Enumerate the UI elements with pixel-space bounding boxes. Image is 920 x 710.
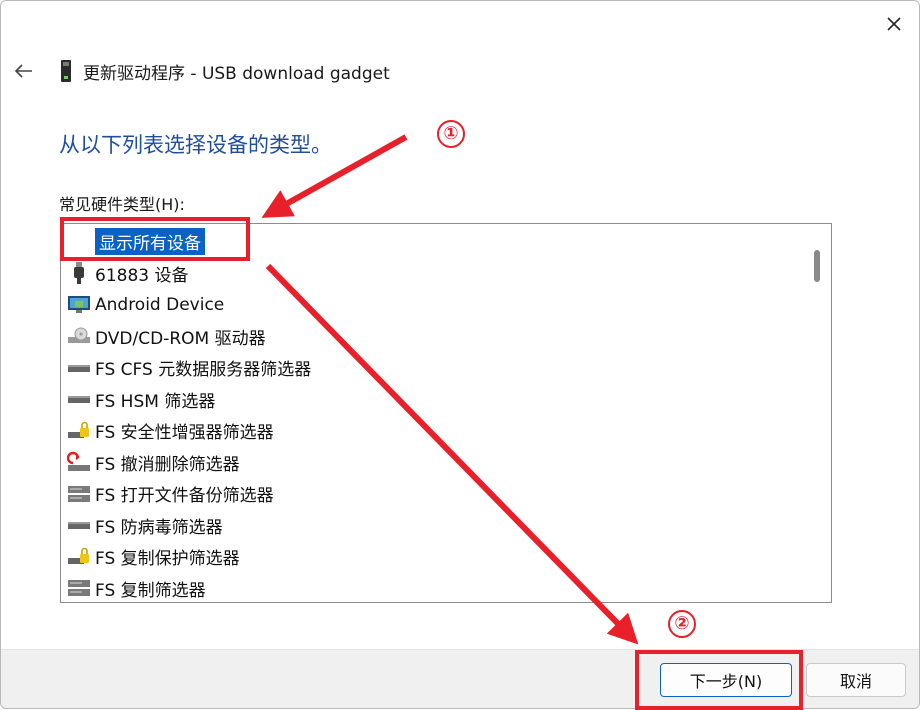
- annotation-step-1: ①: [437, 120, 465, 148]
- list-item[interactable]: FS 撤消删除筛选器: [61, 447, 803, 479]
- list-item[interactable]: DVD/CD-ROM 驱动器: [61, 321, 803, 353]
- drive-icon: [67, 356, 91, 380]
- drive-icon: [67, 387, 91, 411]
- list-item[interactable]: FS 复制保护筛选器: [61, 541, 803, 573]
- usb-device-icon: [61, 60, 71, 82]
- next-button[interactable]: 下一步(N): [660, 663, 792, 697]
- hardware-type-label: 常见硬件类型(H):: [59, 195, 185, 214]
- list-item-label: 61883 设备: [95, 265, 189, 286]
- close-icon: [887, 17, 901, 31]
- list-item[interactable]: 显示所有设备: [61, 226, 803, 258]
- server-icon: [67, 482, 91, 506]
- list-item-label: 显示所有设备: [95, 228, 205, 256]
- list-item[interactable]: Android Device: [61, 289, 803, 321]
- drive-icon: [67, 513, 91, 537]
- scrollbar-thumb[interactable]: [814, 250, 820, 282]
- dialog-footer: 下一步(N) 取消: [1, 649, 919, 708]
- cancel-button[interactable]: 取消: [806, 663, 906, 697]
- list-item[interactable]: 61883 设备: [61, 258, 803, 290]
- list-item[interactable]: FS HSM 筛选器: [61, 384, 803, 416]
- list-item-label: FS 打开文件备份筛选器: [95, 486, 274, 507]
- list-item[interactable]: FS 复制筛选器: [61, 573, 803, 603]
- hardware-type-list: 显示所有设备 61883 设备 Android Device DVD/CD-ROM 驱…: [61, 226, 803, 603]
- server-icon: [67, 576, 91, 600]
- list-item-label: FS HSM 筛选器: [95, 391, 216, 412]
- list-item[interactable]: FS 打开文件备份筛选器: [61, 478, 803, 510]
- list-item[interactable]: FS 防病毒筛选器: [61, 510, 803, 542]
- vertical-scrollbar[interactable]: [803, 224, 831, 602]
- hardware-type-listbox[interactable]: 显示所有设备 61883 设备 Android Device DVD/CD-ROM 驱…: [60, 223, 832, 603]
- drive-undelete-icon: [67, 450, 91, 474]
- page-heading: 从以下列表选择设备的类型。: [59, 133, 332, 157]
- back-arrow-icon: [14, 64, 32, 78]
- list-item-label: FS CFS 元数据服务器筛选器: [95, 360, 312, 381]
- list-item-label: FS 撤消删除筛选器: [95, 454, 240, 475]
- list-item-label: FS 复制保护筛选器: [95, 549, 240, 570]
- optical-drive-icon: [67, 324, 91, 348]
- back-button[interactable]: [9, 59, 37, 83]
- list-item-label: FS 安全性增强器筛选器: [95, 423, 274, 444]
- list-item-label: FS 防病毒筛选器: [95, 517, 223, 538]
- blank-icon: [67, 230, 91, 254]
- list-item[interactable]: FS 安全性增强器筛选器: [61, 415, 803, 447]
- update-driver-dialog: 更新驱动程序 - USB download gadget 从以下列表选择设备的类…: [0, 0, 920, 709]
- dialog-title-row: 更新驱动程序 - USB download gadget: [59, 57, 390, 85]
- drive-lock-icon: [67, 419, 91, 443]
- firewire-plug-icon: [67, 261, 91, 285]
- list-item-label: FS 复制筛选器: [95, 580, 206, 601]
- annotation-step-2: ②: [668, 610, 696, 638]
- drive-lock-icon: [67, 545, 91, 569]
- list-item-label: Android Device: [95, 294, 225, 315]
- list-item-label: DVD/CD-ROM 驱动器: [95, 328, 266, 349]
- monitor-icon: [67, 293, 91, 317]
- close-button[interactable]: [879, 9, 909, 39]
- list-item[interactable]: FS CFS 元数据服务器筛选器: [61, 352, 803, 384]
- dialog-title: 更新驱动程序 - USB download gadget: [83, 63, 390, 84]
